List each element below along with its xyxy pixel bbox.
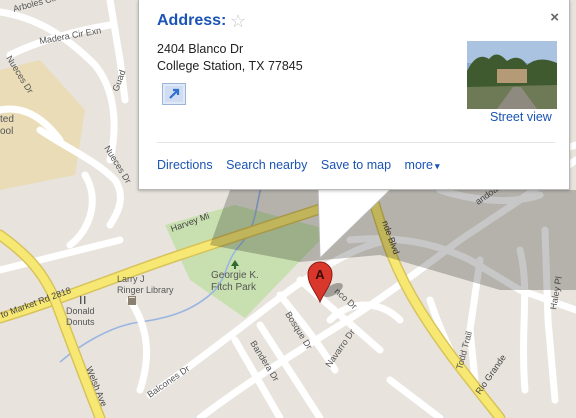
park-label-line1: Georgie K.: [211, 270, 259, 281]
directions-link[interactable]: Directions: [157, 158, 213, 172]
street-view-link[interactable]: Street view: [490, 110, 552, 124]
marker-letter: A: [315, 267, 325, 282]
open-external-icon[interactable]: [162, 83, 186, 105]
school-label-line1: ted: [0, 114, 14, 125]
library-label-line2: Ringer Library: [117, 285, 174, 295]
school-label-line2: ool: [0, 126, 13, 137]
street-view-thumbnail[interactable]: [467, 41, 557, 109]
donald-label-line2: Donuts: [66, 317, 95, 327]
star-icon[interactable]: ☆: [230, 10, 246, 32]
park-label-line2: Fitch Park: [211, 282, 257, 293]
info-window: Address: ☆ × 2404 Blanco Dr College Stat…: [138, 0, 570, 190]
divider: [157, 142, 555, 143]
search-nearby-link[interactable]: Search nearby: [226, 158, 307, 172]
close-icon[interactable]: ×: [550, 10, 559, 26]
chevron-down-icon[interactable]: ▾: [435, 161, 440, 171]
save-to-map-link[interactable]: Save to map: [321, 158, 391, 172]
library-label-line1: Larry J: [117, 274, 145, 284]
address-line-1: 2404 Blanco Dr: [157, 42, 244, 56]
arrow-icon: [165, 86, 183, 102]
donald-label-line1: Donald: [66, 306, 95, 316]
library-icon: [128, 296, 136, 305]
infowindow-title: Address:: [157, 12, 227, 29]
address-line-2: College Station, TX 77845: [157, 59, 303, 73]
street-view-image: [467, 41, 557, 109]
more-link[interactable]: more: [405, 158, 433, 172]
infowindow-actions: Directions Search nearby Save to map mor…: [157, 158, 440, 172]
